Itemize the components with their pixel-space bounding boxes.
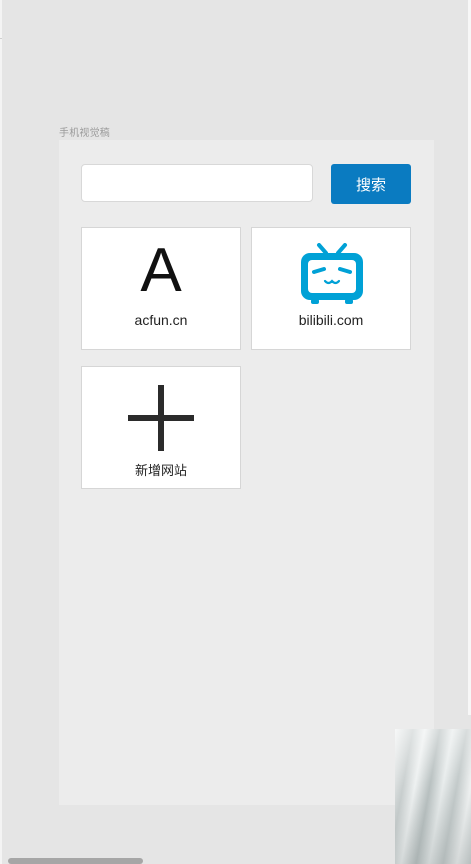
image-thumbnail[interactable] xyxy=(395,729,471,864)
plus-icon xyxy=(128,385,194,451)
add-site-label: 新增网站 xyxy=(134,464,187,479)
ruler-tick xyxy=(0,38,2,39)
artboard-label[interactable]: 手机视觉稿 xyxy=(59,124,110,139)
letter-a-icon: A xyxy=(140,236,182,305)
canvas-left-edge xyxy=(0,0,2,864)
site-label: acfun.cn xyxy=(134,312,188,328)
search-button[interactable]: 搜索 xyxy=(331,164,411,204)
site-tile-bilibili[interactable]: bilibili.com xyxy=(251,227,411,350)
site-label: bilibili.com xyxy=(298,312,364,328)
search-input[interactable] xyxy=(81,164,313,202)
design-canvas: 手机视觉稿 搜索 A acfun.cn bilibili.com 新增网站 xyxy=(0,0,471,864)
phone-artboard: 搜索 A acfun.cn bilibili.com 新增网站 xyxy=(59,140,434,805)
add-site-tile[interactable]: 新增网站 xyxy=(81,366,241,489)
thumbnail-overlay xyxy=(395,729,471,864)
bilibili-tv-icon xyxy=(301,243,363,304)
site-tile-acfun[interactable]: A acfun.cn xyxy=(81,227,241,350)
horizontal-scrollbar[interactable] xyxy=(8,858,143,864)
